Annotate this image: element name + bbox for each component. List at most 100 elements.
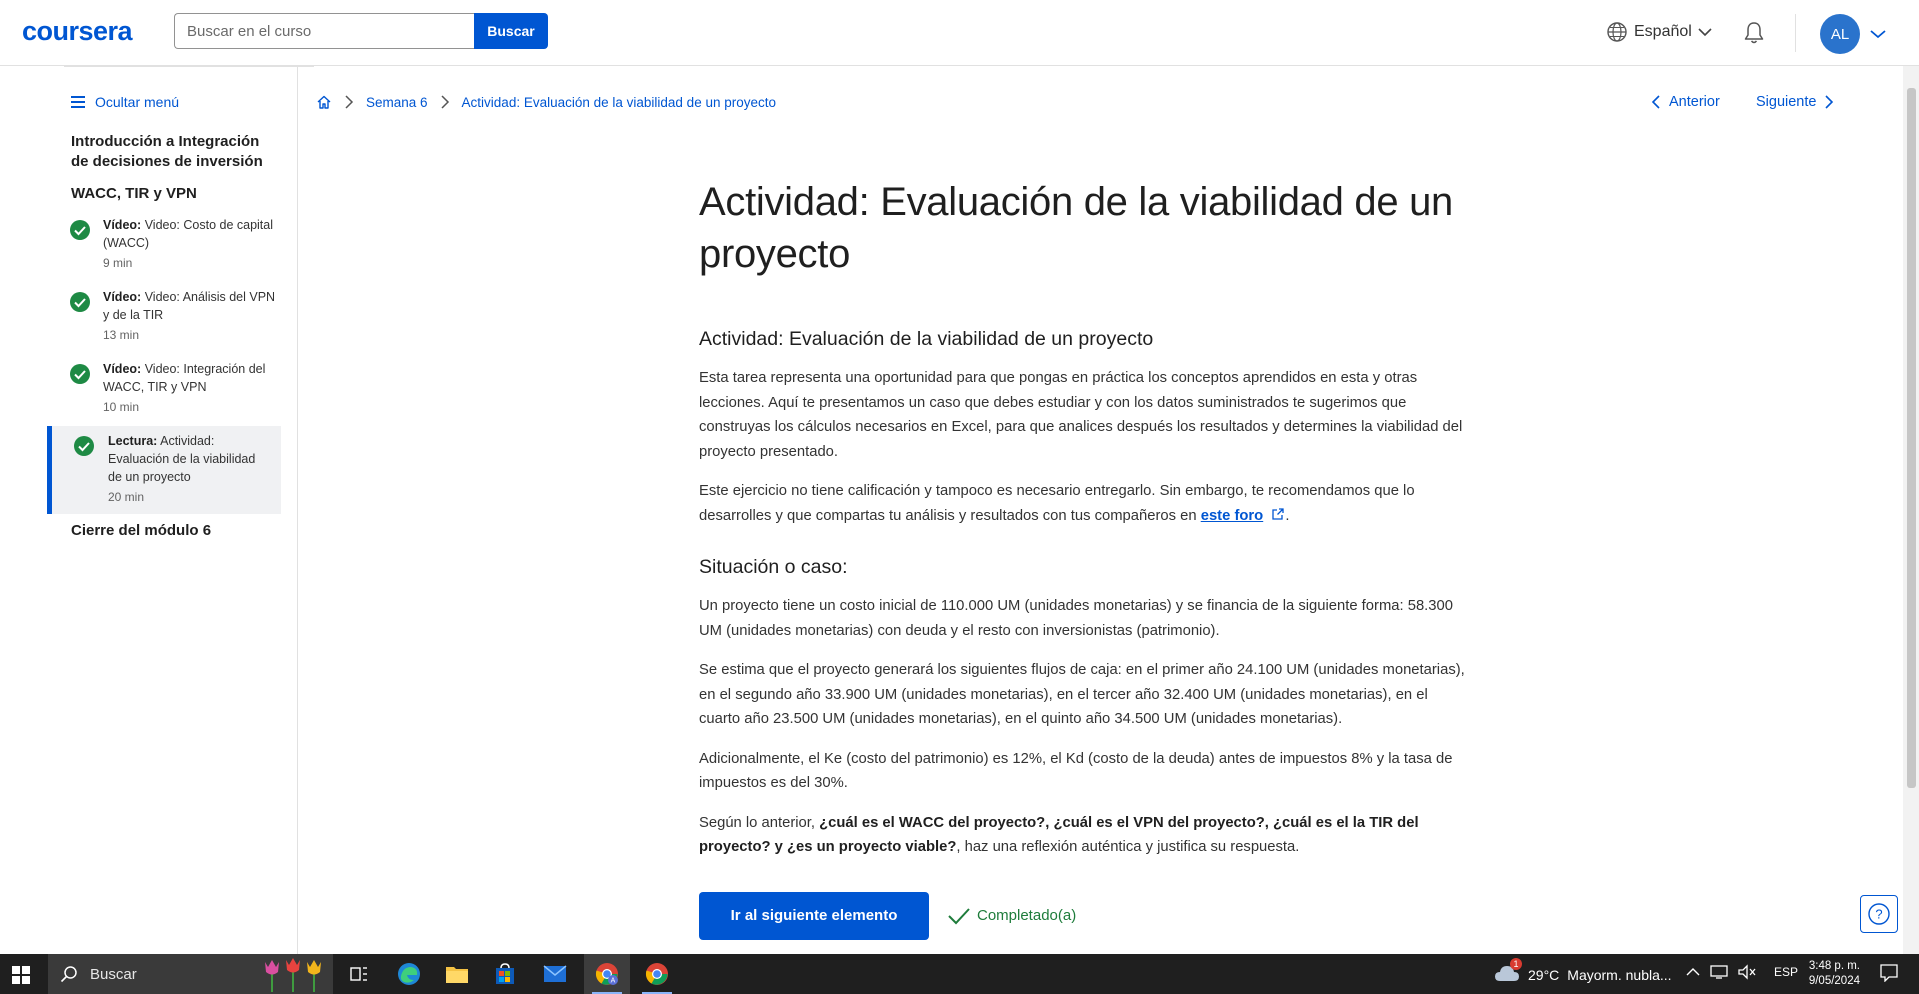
- language-label: Español: [1634, 23, 1692, 40]
- chrome-app-profile-a[interactable]: A: [584, 954, 630, 994]
- search-icon: [60, 966, 77, 983]
- chevron-down-icon: [1698, 28, 1712, 37]
- windows-taskbar: Buscar A 1 29°C Mayorm. nubla... ESP 3:4: [0, 954, 1919, 994]
- completion-actions: Ir al siguiente elemento Completado(a): [699, 891, 1471, 940]
- chevron-up-icon[interactable]: [1686, 967, 1700, 977]
- module-title[interactable]: WACC, TIR y VPN: [71, 185, 197, 202]
- course-title: Introducción a Integración de decisiones…: [71, 133, 263, 170]
- module-close-link[interactable]: Cierre del módulo 6: [71, 522, 211, 539]
- mail-icon: [543, 965, 567, 982]
- breadcrumb-current[interactable]: Actividad: Evaluación de la viabilidad d…: [462, 95, 776, 110]
- case-paragraph-3: Adicionalmente, el Ke (costo del patrimo…: [699, 750, 1453, 792]
- item-type: Vídeo:: [103, 290, 142, 304]
- sidebar-item-video-wacc[interactable]: Vídeo: Video: Costo de capital (WACC) 9 …: [48, 216, 282, 272]
- system-tray: ESP: [1686, 964, 1798, 980]
- chevron-right-icon: [345, 95, 354, 109]
- hide-menu-button[interactable]: Ocultar menú: [71, 94, 179, 110]
- folder-icon: [446, 967, 468, 983]
- network-icon[interactable]: [1710, 964, 1728, 980]
- account-menu-button[interactable]: [1870, 26, 1886, 44]
- edge-icon: [398, 963, 420, 985]
- item-duration: 20 min: [108, 490, 145, 504]
- svg-text:?: ?: [1875, 907, 1882, 922]
- previous-button[interactable]: Anterior: [1651, 94, 1720, 110]
- item-type: Vídeo:: [103, 362, 142, 376]
- svg-text:A: A: [611, 978, 616, 985]
- reading-content: Actividad: Evaluación de la viabilidad d…: [699, 176, 1471, 940]
- chevron-right-icon: [441, 95, 449, 109]
- volume-muted-icon[interactable]: [1738, 964, 1756, 980]
- item-duration: 13 min: [103, 328, 140, 342]
- next-button[interactable]: Siguiente: [1756, 94, 1834, 110]
- search-button[interactable]: Buscar: [474, 13, 548, 49]
- completed-status: Completado(a): [947, 906, 1076, 926]
- chevron-left-icon: [1651, 95, 1660, 109]
- start-button[interactable]: [12, 966, 30, 989]
- intro-paragraph: Esta tarea representa una oportunidad pa…: [699, 370, 1463, 460]
- language-selector[interactable]: Español: [1606, 21, 1712, 43]
- top-header: coursera Buscar Español AL: [0, 0, 1919, 66]
- chrome-app[interactable]: [634, 954, 680, 994]
- course-sidebar: Ocultar menú Introducción a Integración …: [0, 66, 314, 954]
- header-divider: [1795, 14, 1796, 52]
- home-icon[interactable]: [316, 94, 332, 110]
- help-icon: ?: [1868, 903, 1890, 925]
- question-prefix: Según lo anterior,: [699, 814, 820, 831]
- clock-date: 9/05/2024: [1808, 975, 1860, 987]
- weather-badge: 1: [1510, 958, 1522, 970]
- chevron-down-icon: [1870, 30, 1886, 39]
- question-paragraph: Según lo anterior, ¿cuál es el WACC del …: [699, 811, 1471, 860]
- tulip-icon: [265, 958, 321, 992]
- previous-label: Anterior: [1669, 94, 1720, 110]
- file-explorer-app[interactable]: [434, 954, 480, 994]
- forum-link[interactable]: este foro: [1201, 508, 1264, 524]
- next-label: Siguiente: [1756, 94, 1817, 110]
- task-view-button[interactable]: [336, 954, 382, 994]
- completed-check-icon: [70, 220, 90, 240]
- completed-check-icon: [70, 364, 90, 384]
- course-search: Buscar: [174, 13, 549, 49]
- sidebar-item-video-vpn-tir[interactable]: Vídeo: Video: Análisis del VPN y de la T…: [48, 288, 282, 344]
- weather-widget[interactable]: 1 29°C Mayorm. nubla...: [1494, 958, 1672, 986]
- external-link-icon[interactable]: [1271, 507, 1285, 521]
- notifications-button[interactable]: [1741, 20, 1767, 51]
- globe-icon: [1607, 22, 1627, 42]
- completed-label: Completado(a): [977, 907, 1077, 924]
- go-to-next-item-button[interactable]: Ir al siguiente elemento: [699, 891, 929, 940]
- breadcrumb: Semana 6 Actividad: Evaluación de la via…: [316, 94, 776, 110]
- search-input[interactable]: [174, 13, 474, 49]
- section-heading: Actividad: Evaluación de la viabilidad d…: [699, 328, 1154, 350]
- page-scrollbar[interactable]: [1903, 66, 1919, 954]
- avatar[interactable]: AL: [1820, 14, 1860, 54]
- completed-check-icon: [70, 292, 90, 312]
- taskbar-clock[interactable]: 3:48 p. m. 9/05/2024: [1800, 959, 1860, 989]
- sidebar-item-video-integracion[interactable]: Vídeo: Video: Integración del WACC, TIR …: [48, 360, 282, 416]
- help-button[interactable]: ?: [1860, 895, 1898, 933]
- note-end: .: [1285, 507, 1290, 524]
- microsoft-store-app[interactable]: [482, 954, 528, 994]
- scrollbar-thumb[interactable]: [1907, 88, 1916, 788]
- input-language[interactable]: ESP: [1774, 965, 1798, 979]
- mail-app[interactable]: [532, 954, 578, 994]
- case-paragraph-2: Se estima que el proyecto generará los s…: [699, 662, 1465, 727]
- item-duration: 10 min: [103, 400, 140, 414]
- tulips-decoration: [260, 958, 326, 992]
- sidebar-item-reading-actividad[interactable]: Lectura: Actividad: Evaluación de la via…: [47, 426, 281, 514]
- weather-icon-wrap: 1: [1494, 958, 1522, 986]
- store-icon: [496, 963, 514, 984]
- case-paragraph-1: Un proyecto tiene un costo inicial de 11…: [699, 598, 1453, 639]
- coursera-logo[interactable]: coursera: [22, 16, 133, 47]
- bell-icon: [1744, 22, 1764, 44]
- windows-logo-icon: [12, 966, 30, 984]
- clock-time: 3:48 p. m.: [1808, 960, 1860, 972]
- taskbar-search-label: Buscar: [90, 965, 137, 983]
- note-paragraph: Este ejercicio no tiene calificación y t…: [699, 479, 1471, 528]
- checkmark-icon: [948, 907, 970, 924]
- item-type: Vídeo:: [103, 218, 142, 232]
- item-type: Lectura:: [108, 434, 158, 448]
- edge-app[interactable]: [386, 954, 432, 994]
- hamburger-menu-icon: [71, 96, 85, 108]
- breadcrumb-week[interactable]: Semana 6: [366, 95, 428, 110]
- item-duration: 9 min: [103, 256, 133, 270]
- notification-center-button[interactable]: [1880, 964, 1898, 987]
